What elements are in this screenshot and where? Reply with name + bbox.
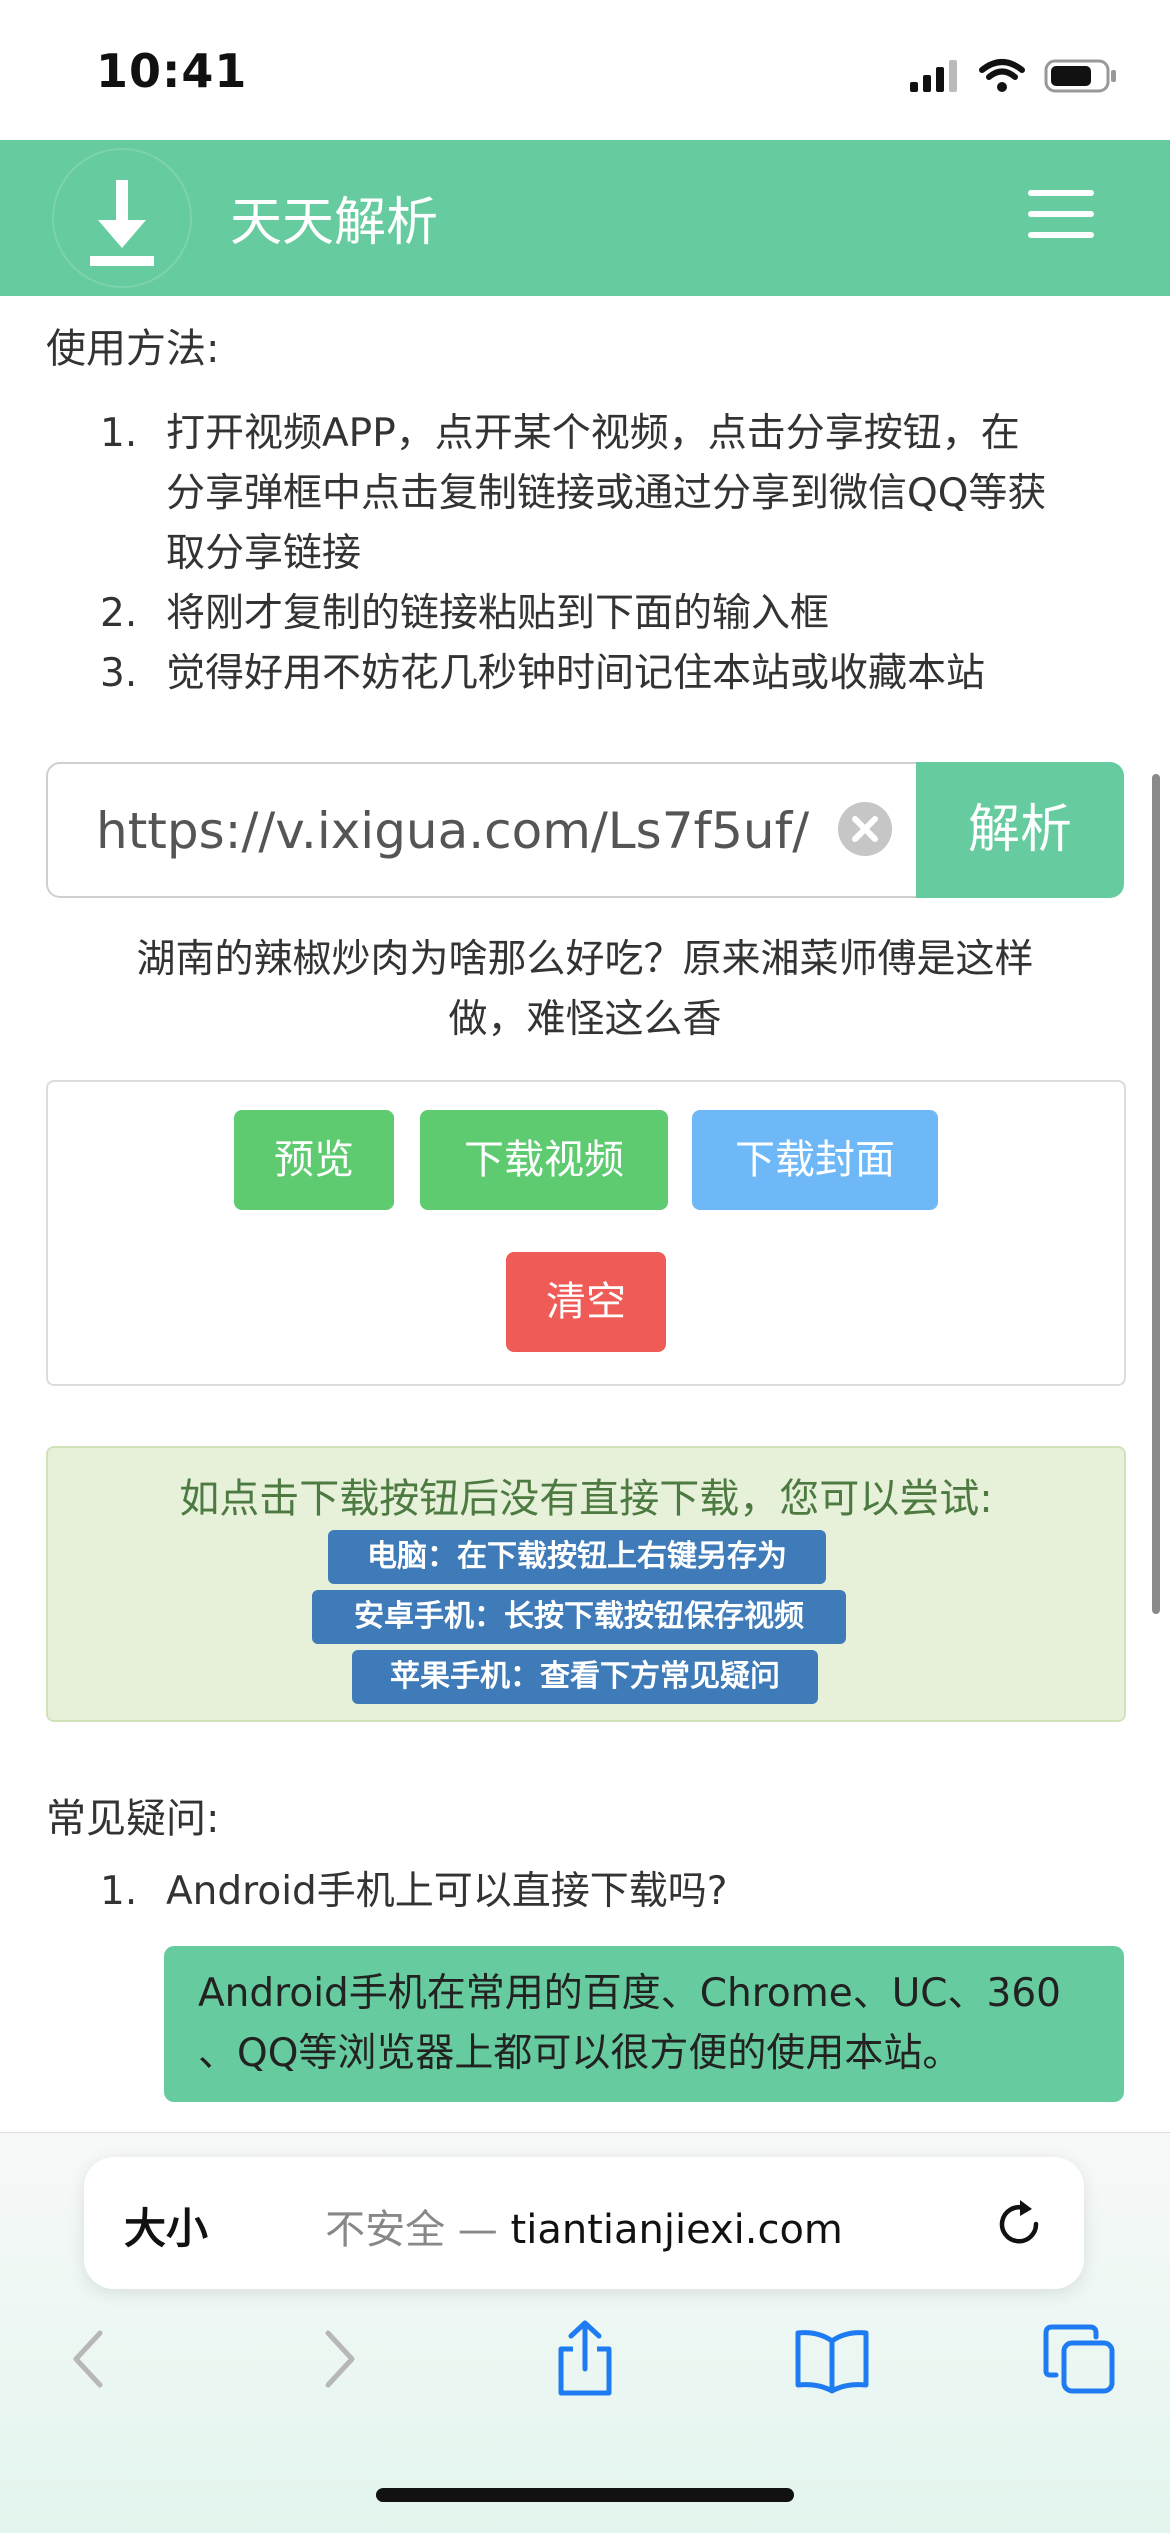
status-bar: 10:41	[0, 0, 1170, 140]
status-icons	[908, 52, 1118, 100]
site-brand[interactable]: 天天解析	[230, 180, 438, 255]
url-input-value: https://v.ixigua.com/Ls7f5uf/	[96, 802, 810, 860]
reload-icon[interactable]	[992, 2197, 1046, 2251]
share-icon[interactable]	[545, 2319, 625, 2399]
browser-toolbar: 大小 不安全 — tiantianjiexi.com	[0, 2132, 1170, 2533]
domain-label: tiantianjiexi.com	[510, 2207, 843, 2253]
bookmarks-icon[interactable]	[792, 2319, 872, 2399]
status-time: 10:41	[96, 44, 248, 98]
insecure-label: 不安全 —	[325, 2207, 511, 2253]
url-input[interactable]: https://v.ixigua.com/Ls7f5uf/	[46, 762, 920, 898]
usage-steps: 1. 打开视频APP，点开某个视频，点击分享按钮，在 分享弹框中点击复制链接或通…	[100, 404, 1120, 704]
tip-apple: 苹果手机：查看下方常见疑问	[352, 1650, 818, 1704]
faq-answer: Android手机在常用的百度、Chrome、UC、360 、QQ等浏览器上都可…	[164, 1946, 1124, 2102]
cellular-signal-icon	[910, 60, 957, 92]
site-logo[interactable]	[52, 148, 192, 288]
download-cover-button[interactable]: 下载封面	[692, 1110, 938, 1210]
tips-title: 如点击下载按钮后没有直接下载，您可以尝试:	[179, 1476, 993, 1522]
hamburger-menu-icon[interactable]	[1028, 190, 1094, 246]
download-video-button[interactable]: 下载视频	[420, 1110, 668, 1210]
site-header: 天天解析	[0, 140, 1170, 296]
tip-pc: 电脑：在下载按钮上右键另存为	[328, 1530, 826, 1584]
usage-step: 1. 打开视频APP，点开某个视频，点击分享按钮，在 分享弹框中点击复制链接或通…	[100, 411, 1047, 576]
browser-nav	[0, 2319, 1170, 2419]
scrollbar[interactable]	[1152, 774, 1160, 1614]
battery-icon	[1044, 59, 1116, 93]
usage-title: 使用方法:	[46, 326, 220, 372]
faq-list: 1. Android手机上可以直接下载吗?	[100, 1862, 1120, 1922]
preview-button[interactable]: 预览	[234, 1110, 394, 1210]
usage-step: 3. 觉得好用不妨花几秒钟时间记住本站或收藏本站	[100, 651, 986, 696]
back-icon[interactable]	[48, 2319, 128, 2399]
action-panel: 预览 下载视频 下载封面 清空	[46, 1080, 1126, 1386]
usage-step: 2. 将刚才复制的链接粘贴到下面的输入框	[100, 591, 830, 636]
video-title: 湖南的辣椒炒肉为啥那么好吃？原来湘菜师傅是这样 做，难怪这么香	[136, 937, 1034, 1042]
download-arrow-icon	[90, 180, 154, 266]
address-bar[interactable]: 大小 不安全 — tiantianjiexi.com	[84, 2157, 1084, 2289]
url-input-group: https://v.ixigua.com/Ls7f5uf/ 解析	[46, 762, 1124, 898]
tabs-icon[interactable]	[1040, 2319, 1120, 2399]
clear-input-icon[interactable]	[838, 802, 892, 856]
faq-question: 1. Android手机上可以直接下载吗?	[100, 1869, 728, 1914]
faq-title: 常见疑问:	[46, 1796, 220, 1842]
tip-android: 安卓手机：长按下载按钮保存视频	[312, 1590, 846, 1644]
download-tips: 如点击下载按钮后没有直接下载，您可以尝试: 电脑：在下载按钮上右键另存为 安卓手…	[46, 1446, 1126, 1722]
parse-button[interactable]: 解析	[916, 762, 1124, 898]
wifi-icon	[979, 59, 1025, 92]
page-content: 使用方法: 1. 打开视频APP，点开某个视频，点击分享按钮，在 分享弹框中点击…	[0, 296, 1170, 2132]
clear-button[interactable]: 清空	[506, 1252, 666, 1352]
forward-icon[interactable]	[300, 2319, 380, 2399]
url-display[interactable]: 不安全 — tiantianjiexi.com	[84, 2197, 1084, 2255]
home-indicator[interactable]	[376, 2488, 794, 2502]
